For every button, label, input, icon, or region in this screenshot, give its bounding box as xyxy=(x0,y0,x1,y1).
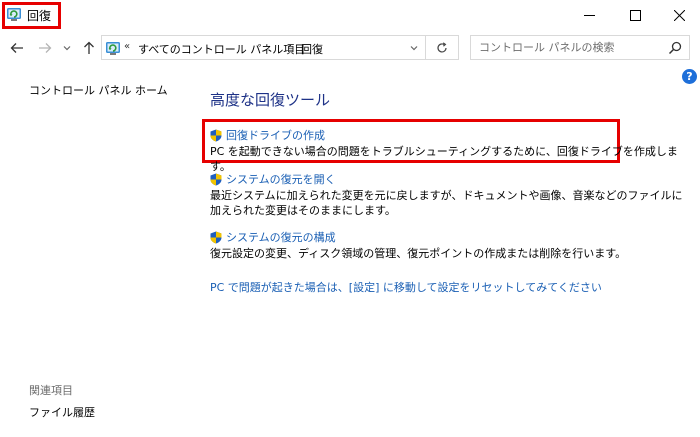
related-item-file-history[interactable]: ファイル履歴 xyxy=(29,404,95,420)
uac-shield-icon xyxy=(210,129,222,141)
configure-system-restore-link[interactable]: システムの復元の構成 xyxy=(210,230,692,244)
refresh-button[interactable] xyxy=(431,39,453,57)
up-button[interactable] xyxy=(78,38,100,58)
close-icon xyxy=(673,9,685,21)
arrow-right-icon xyxy=(39,43,52,53)
refresh-icon xyxy=(437,42,447,53)
breadcrumb-recovery[interactable]: 回復 xyxy=(301,41,323,57)
maximize-icon xyxy=(629,9,641,21)
uac-shield-icon xyxy=(210,173,222,185)
arrow-up-icon xyxy=(84,41,94,54)
task-configure-system-restore: システムの復元の構成 復元設定の変更、ディスク領域の管理、復元ポイントの作成また… xyxy=(210,230,692,261)
chevron-down-icon xyxy=(63,46,71,51)
search-icon[interactable] xyxy=(667,40,683,56)
open-system-restore-link[interactable]: システムの復元を開く xyxy=(210,172,692,186)
window-title: 回復 xyxy=(27,9,52,23)
recovery-icon xyxy=(106,42,120,55)
address-dropdown-button[interactable] xyxy=(407,42,421,54)
open-system-restore-label[interactable]: システムの復元を開く xyxy=(226,171,336,187)
create-recovery-drive-link[interactable]: 回復ドライブの作成 xyxy=(210,128,692,142)
page-title: 高度な回復ツール xyxy=(210,91,331,109)
chevron-down-icon xyxy=(410,46,418,51)
arrow-left-icon xyxy=(10,43,23,53)
search-input[interactable] xyxy=(471,36,661,59)
related-items-heading: 関連項目 xyxy=(29,384,73,397)
minimize-icon xyxy=(583,14,595,16)
breadcrumb-overflow[interactable]: « xyxy=(124,41,130,52)
address-bar[interactable]: « すべてのコントロール パネル項目 › 回復 xyxy=(101,35,459,60)
configure-system-restore-description: 復元設定の変更、ディスク領域の管理、復元ポイントの作成または削除を行います。 xyxy=(210,247,627,260)
minimize-button[interactable] xyxy=(566,0,612,30)
open-system-restore-description: 最近システムに加えられた変更を元に戻しますが、ドキュメントや画像、音楽などのファ… xyxy=(210,189,683,217)
back-button[interactable] xyxy=(6,38,28,58)
title-bar: 回復 xyxy=(0,0,700,32)
recovery-icon xyxy=(7,8,21,21)
help-icon[interactable]: ? xyxy=(682,69,697,84)
control-panel-home-link[interactable]: コントロール パネル ホーム xyxy=(29,82,168,98)
close-button[interactable] xyxy=(658,0,700,30)
create-recovery-drive-label[interactable]: 回復ドライブの作成 xyxy=(226,127,325,143)
navigation-bar: « すべてのコントロール パネル項目 › 回復 xyxy=(0,33,700,63)
configure-system-restore-label[interactable]: システムの復元の構成 xyxy=(226,229,336,245)
recent-locations-button[interactable] xyxy=(60,38,74,58)
search-box[interactable] xyxy=(470,35,690,60)
address-divider xyxy=(425,36,426,59)
breadcrumb-separator[interactable]: › xyxy=(287,41,291,52)
create-recovery-drive-description: PC を起動できない場合の問題をトラブルシューティングするために、回復ドライブを… xyxy=(210,145,678,173)
maximize-button[interactable] xyxy=(612,0,658,30)
forward-button[interactable] xyxy=(34,38,56,58)
task-open-system-restore: システムの復元を開く 最近システムに加えられた変更を元に戻しますが、ドキュメント… xyxy=(210,172,692,218)
reset-pc-settings-link[interactable]: PC で問題が起きた場合は、[設定] に移動して設定をリセットしてみてください xyxy=(210,279,602,295)
task-create-recovery-drive: 回復ドライブの作成 PC を起動できない場合の問題をトラブルシューティングするた… xyxy=(210,128,692,174)
uac-shield-icon xyxy=(210,231,222,243)
breadcrumb-all-items[interactable]: すべてのコントロール パネル項目 xyxy=(138,41,305,57)
